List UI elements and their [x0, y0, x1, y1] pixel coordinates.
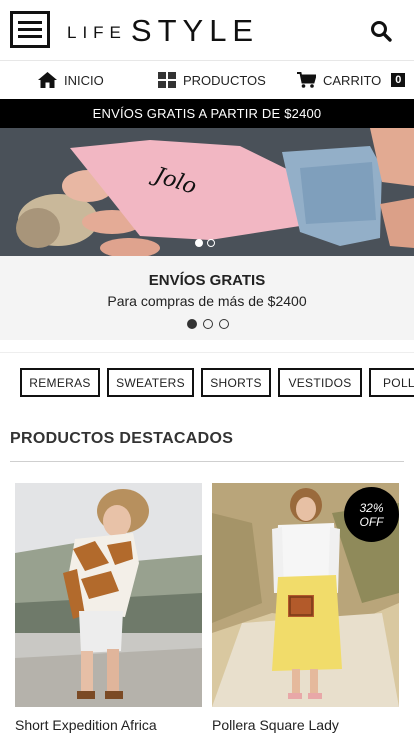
slide-caption: ENVÍOS GRATIS Para compras de más de $24… [0, 256, 414, 340]
home-icon [38, 72, 57, 88]
chip-sweaters[interactable]: SWEATERS [107, 368, 194, 397]
section-title: PRODUCTOS DESTACADOS [10, 430, 234, 447]
hero-image: Jolo [0, 128, 414, 256]
nav-productos[interactable]: PRODUCTOS [158, 61, 266, 99]
hero-dot[interactable] [195, 239, 203, 247]
cart-count-badge: 0 [391, 73, 406, 87]
hero-dot[interactable] [207, 239, 215, 247]
chip-shorts[interactable]: SHORTS [201, 368, 271, 397]
menu-line [18, 35, 42, 38]
section-divider [10, 461, 404, 462]
product-name[interactable]: Short Expedition Africa [15, 717, 202, 733]
product-card[interactable]: Short Expedition Africa [15, 483, 202, 733]
slide-subtitle: Para compras de más de $2400 [107, 293, 307, 309]
discount-badge: 32% OFF [344, 487, 399, 542]
nav-inicio-label: INICIO [64, 72, 104, 88]
category-chips: REMERAS SWEATERS SHORTS VESTIDOS POLLERA… [0, 352, 414, 410]
menu-line [18, 21, 42, 24]
product-name[interactable]: Pollera Square Lady [212, 717, 399, 733]
slide-title: ENVÍOS GRATIS [148, 272, 266, 289]
slide-pagination [187, 319, 229, 329]
product-image[interactable]: 32% OFF [212, 483, 399, 707]
grid-icon [158, 72, 176, 88]
hero-banner[interactable]: Jolo [0, 128, 414, 256]
logo-small-text: LIFE [67, 23, 127, 42]
header: LIFE STYLE [0, 0, 414, 60]
product-image[interactable] [15, 483, 202, 707]
menu-line [18, 28, 42, 31]
nav-productos-label: PRODUCTOS [183, 72, 266, 88]
product-photo [15, 483, 202, 707]
chip-vestidos[interactable]: VESTIDOS [278, 368, 362, 397]
logo-big-text: STYLE [130, 13, 260, 48]
slide-dot[interactable] [219, 319, 229, 329]
slide-dot[interactable] [187, 319, 197, 329]
nav-inicio[interactable]: INICIO [38, 61, 104, 99]
promo-text: ENVÍOS GRATIS A PARTIR DE $2400 [92, 106, 322, 121]
search-icon[interactable] [369, 19, 393, 43]
discount-percent: 32% [359, 500, 384, 515]
product-card[interactable]: 32% OFF Pollera Square Lady [212, 483, 399, 733]
slide-dot[interactable] [203, 319, 213, 329]
chip-polleras[interactable]: POLLERAS [369, 368, 414, 397]
discount-label: OFF [359, 514, 384, 529]
promo-bar: ENVÍOS GRATIS A PARTIR DE $2400 [0, 99, 414, 128]
logo[interactable]: LIFE STYLE [67, 12, 259, 46]
main-nav: INICIO PRODUCTOS CARRITO 0 [0, 60, 414, 99]
hero-pagination [195, 239, 215, 247]
nav-carrito[interactable]: CARRITO 0 [297, 61, 406, 99]
hamburger-icon[interactable] [10, 11, 50, 48]
nav-carrito-label: CARRITO [323, 72, 382, 88]
cart-icon [297, 72, 316, 88]
chip-remeras[interactable]: REMERAS [20, 368, 100, 397]
